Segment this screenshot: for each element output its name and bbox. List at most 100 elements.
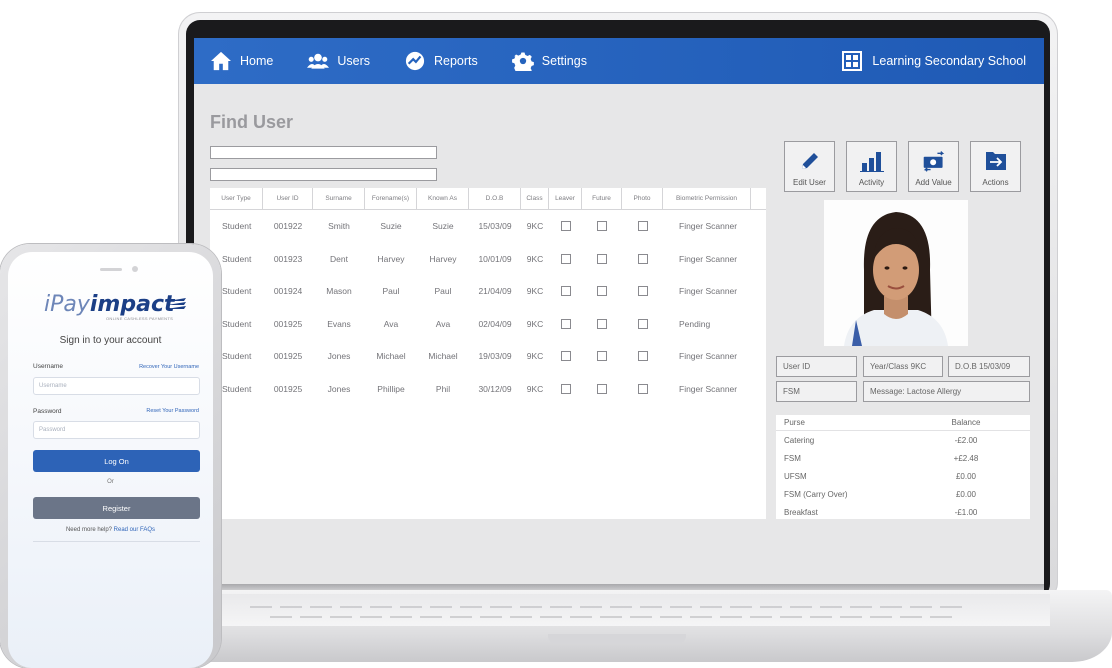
future-checkbox[interactable] (597, 286, 607, 297)
cell-surname: Jones (327, 383, 351, 394)
col-dob[interactable]: D.O.B (469, 188, 521, 209)
cell-dob: 30/12/09 (478, 383, 512, 394)
cell-forename: Michael (376, 351, 406, 362)
purse-balance: -£2.00 (954, 435, 978, 445)
future-checkbox[interactable] (597, 351, 607, 362)
leaver-checkbox[interactable] (560, 351, 571, 362)
table-row[interactable]: Student 001925 Evans Ava Ava 02/04/09 9K… (210, 308, 766, 341)
cell-known-as: Paul (434, 286, 452, 297)
cell-user-id: 001925 (273, 318, 303, 329)
cell-dob: 02/04/09 (478, 318, 512, 329)
photo-checkbox[interactable] (637, 221, 648, 232)
cell-biometric: Finger Scanner (679, 221, 738, 232)
logo-part-ipay: iPay (44, 292, 90, 317)
log-on-button[interactable]: Log On (33, 450, 200, 472)
cell-known-as: Suzie (432, 221, 454, 232)
purse-col-name: Purse (784, 418, 805, 427)
register-button[interactable]: Register (33, 497, 200, 519)
col-user-type[interactable]: User Type (210, 188, 263, 209)
logo-part-impact: impact (89, 292, 175, 317)
logo-swoosh-icon (166, 298, 186, 309)
actions-button[interactable]: Actions (970, 141, 1021, 192)
cell-biometric: Pending (679, 318, 711, 329)
edit-user-button[interactable]: Edit User (784, 141, 835, 192)
future-checkbox[interactable] (597, 383, 607, 394)
col-biometric[interactable]: Biometric Permission (663, 188, 751, 209)
help-text: Need more help? Read our FAQs (8, 527, 213, 533)
sign-in-title: Sign in to your account (59, 335, 162, 346)
cell-user-id: 001922 (273, 221, 303, 232)
cell-future (582, 351, 622, 362)
faq-link[interactable]: Read our FAQs (114, 527, 155, 533)
photo-checkbox[interactable] (637, 253, 648, 264)
col-future[interactable]: Future (582, 188, 622, 209)
scene: Home Users Reports Settings Learning Sec… (0, 0, 1112, 668)
col-known-as[interactable]: Known As (417, 188, 469, 209)
year-class-field[interactable]: Year/Class 9KC (863, 356, 943, 377)
nav-users-label: Users (337, 54, 370, 68)
nav-reports[interactable]: Reports (404, 51, 478, 71)
activity-button[interactable]: Activity (846, 141, 897, 192)
cell-photo (622, 383, 663, 394)
reset-password-link[interactable]: Reset Your Password (146, 408, 199, 414)
leaver-checkbox[interactable] (560, 221, 571, 232)
photo-checkbox[interactable] (637, 351, 648, 362)
nav-settings-label: Settings (541, 54, 587, 68)
col-photo[interactable]: Photo (622, 188, 663, 209)
users-icon (307, 53, 330, 69)
add-value-button[interactable]: Add Value (908, 141, 959, 192)
future-checkbox[interactable] (597, 221, 607, 232)
phone-divider (33, 541, 200, 542)
message-field[interactable]: Message: Lactose Allergy (863, 381, 1030, 402)
purse-name: FSM (784, 453, 801, 463)
nav-home[interactable]: Home (210, 51, 273, 71)
nav-reports-label: Reports (434, 54, 478, 68)
cell-class: 9KC (526, 351, 544, 362)
table-row[interactable]: Student 001924 Mason Paul Paul 21/04/09 … (210, 275, 766, 308)
table-row[interactable]: Student 001923 Dent Harvey Harvey 10/01/… (210, 243, 766, 276)
keyboard-row (250, 606, 970, 608)
school-label: Learning Secondary School (872, 54, 1026, 68)
cell-biometric: Finger Scanner (679, 253, 738, 264)
col-forename[interactable]: Forename(s) (365, 188, 417, 209)
or-divider-text: Or (107, 479, 114, 485)
search-input-2[interactable] (210, 168, 437, 181)
cell-dob: 10/01/09 (478, 253, 512, 264)
cell-future (582, 286, 622, 297)
dob-field[interactable]: D.O.B 15/03/09 (948, 356, 1030, 377)
table-row[interactable]: Student 001922 Smith Suzie Suzie 15/03/0… (210, 210, 766, 243)
col-leaver[interactable]: Leaver (549, 188, 582, 209)
search-input-1[interactable] (210, 146, 437, 159)
fsm-field[interactable]: FSM (776, 381, 857, 402)
purse-row: Breakfast -£1.00 (776, 503, 1030, 521)
col-class[interactable]: Class (521, 188, 549, 209)
user-id-field[interactable]: User ID (776, 356, 857, 377)
leaver-checkbox[interactable] (560, 383, 571, 394)
col-surname[interactable]: Surname (313, 188, 365, 209)
phone-speaker (100, 268, 122, 271)
ipayimpact-logo: iPayimpact (44, 292, 175, 317)
cell-photo (622, 253, 663, 264)
nav-settings[interactable]: Settings (511, 51, 587, 71)
recover-username-link[interactable]: Recover Your Username (139, 364, 199, 370)
bar-chart-icon (859, 150, 884, 172)
cell-forename: Harvey (377, 253, 405, 264)
leaver-checkbox[interactable] (560, 318, 571, 329)
username-field[interactable]: Username (33, 377, 200, 395)
future-checkbox[interactable] (597, 318, 607, 329)
photo-checkbox[interactable] (637, 286, 648, 297)
photo-checkbox[interactable] (637, 383, 648, 394)
col-user-id[interactable]: User ID (263, 188, 313, 209)
leaver-checkbox[interactable] (560, 253, 571, 264)
purse-row: FSM +£2.48 (776, 449, 1030, 467)
leaver-checkbox[interactable] (560, 286, 571, 297)
purse-header: Purse Balance (776, 415, 1030, 431)
nav-users[interactable]: Users (307, 51, 370, 71)
purse-balance: -£1.00 (954, 507, 978, 517)
photo-checkbox[interactable] (637, 318, 648, 329)
password-field[interactable]: Password (33, 421, 200, 439)
table-row[interactable]: Student 001925 Jones Michael Michael 19/… (210, 340, 766, 373)
future-checkbox[interactable] (597, 253, 607, 264)
cell-class: 9KC (526, 253, 544, 264)
table-row[interactable]: Student 001925 Jones Phillipe Phil 30/12… (210, 373, 766, 406)
